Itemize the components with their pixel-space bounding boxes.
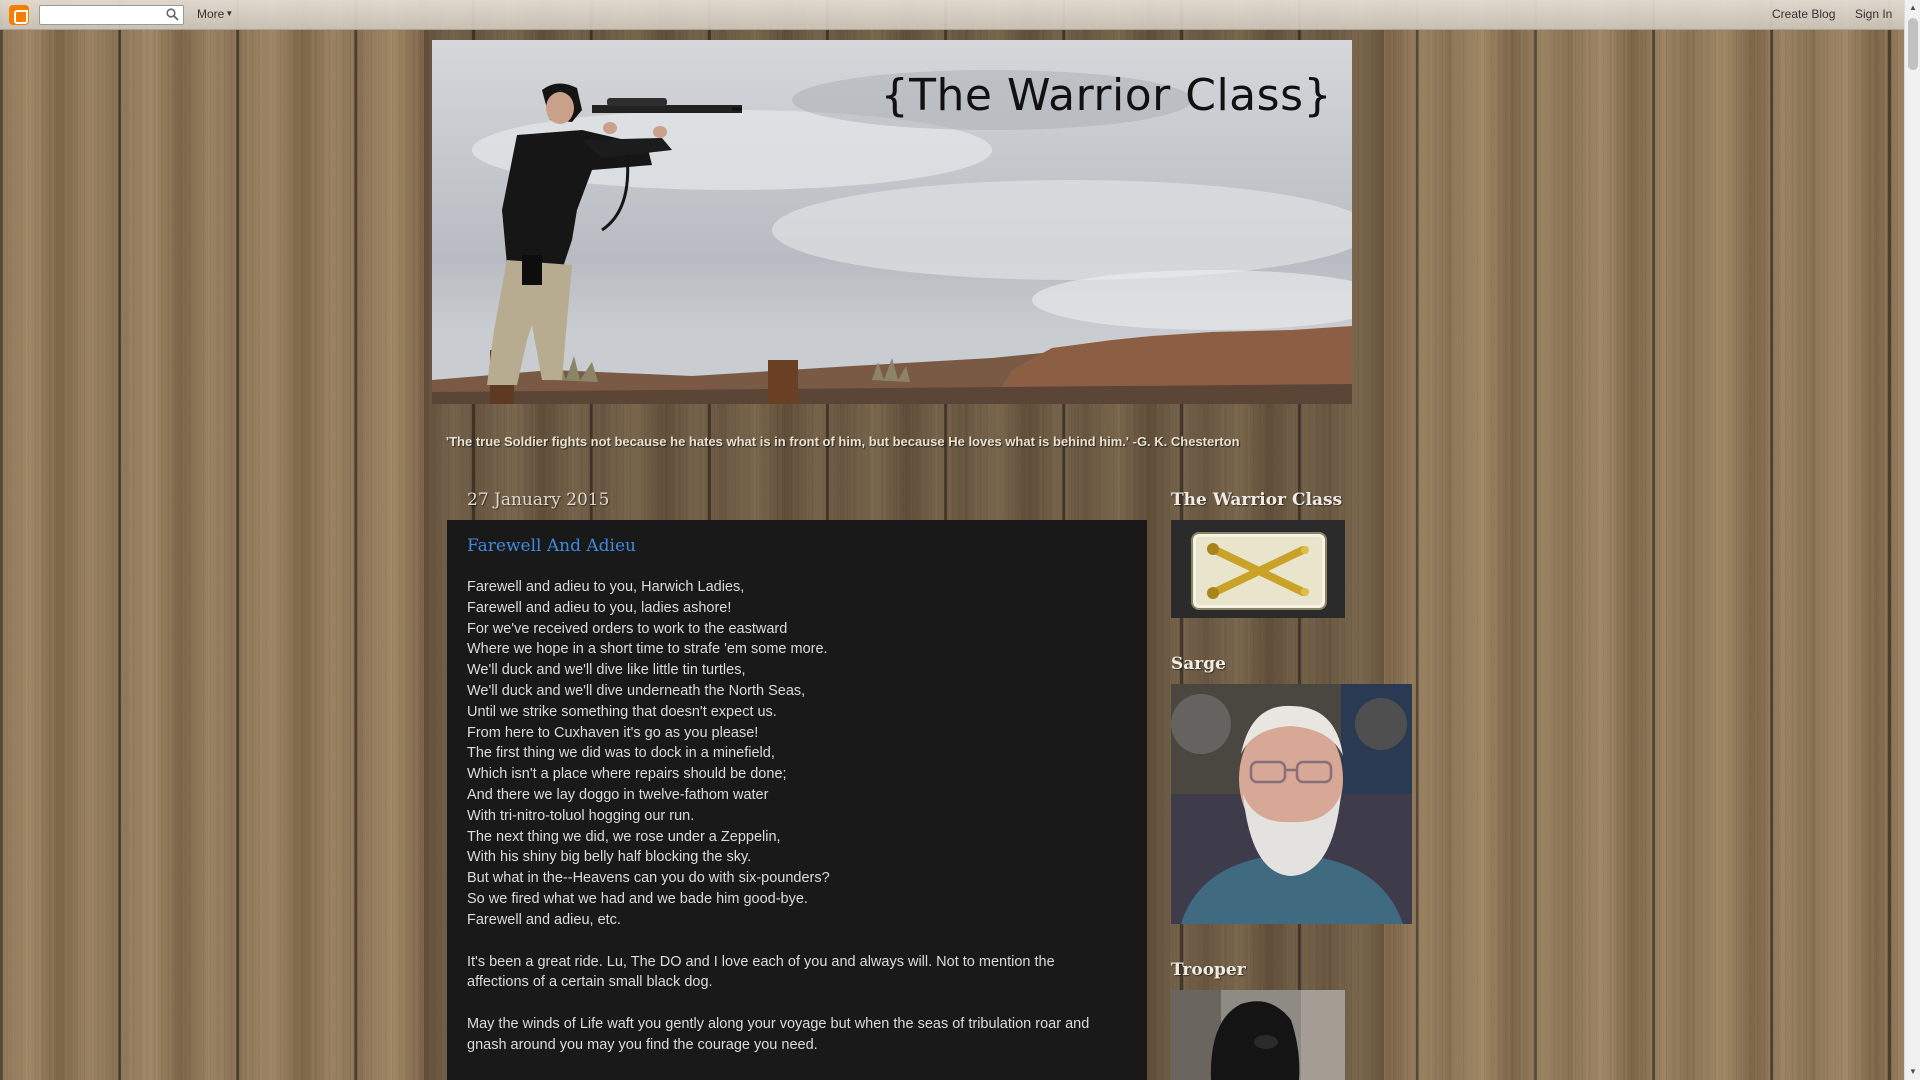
- sarge-photo[interactable]: [1171, 684, 1412, 924]
- poem-line: With tri-nitro-toluol hogging our run.: [467, 807, 695, 824]
- poem-line: The next thing we did, we rose under a Z…: [467, 828, 781, 845]
- poem-line: So we fired what we had and we bade him …: [467, 890, 808, 907]
- post-paragraph: It's been a great ride. Lu, The DO and I…: [467, 953, 1055, 991]
- poem-line: Where we hope in a short time to strafe …: [467, 641, 828, 658]
- sidebar-widget-title: The Warrior Class: [1171, 490, 1343, 510]
- poem-line: But what in the--Heavens can you do with…: [467, 870, 830, 887]
- poem-line: Which isn't a place where repairs should…: [467, 766, 787, 783]
- warrior-class-badge[interactable]: [1171, 520, 1345, 618]
- badge-plate: [1191, 532, 1327, 610]
- blogger-navbar: More▼ Create Blog Sign In: [0, 0, 1904, 30]
- poem-line: Until we strike something that doesn't e…: [467, 703, 777, 720]
- post-date: 27 January 2015: [467, 490, 610, 510]
- blog-title[interactable]: {The Warrior Class}: [881, 70, 1332, 121]
- page-scrollbar[interactable]: ▲ ▼: [1904, 0, 1920, 1080]
- blog-tagline: 'The true Soldier fights not because he …: [446, 434, 1240, 449]
- scroll-down-icon[interactable]: ▼: [1905, 1064, 1920, 1080]
- sarge-portrait-image: [1171, 684, 1412, 924]
- post-title-link[interactable]: Farewell And Adieu: [467, 536, 636, 556]
- chevron-down-icon: ▼: [225, 9, 234, 18]
- more-menu[interactable]: More▼: [197, 7, 233, 21]
- poem-line: The first thing we did was to dock in a …: [467, 745, 775, 762]
- scroll-up-icon[interactable]: ▲: [1905, 0, 1920, 16]
- poem-line: For we've received orders to work to the…: [467, 620, 788, 637]
- trooper-dog-image: [1171, 990, 1345, 1080]
- search-input[interactable]: [39, 5, 184, 25]
- create-blog-link[interactable]: Create Blog: [1772, 7, 1835, 21]
- poem-line: From here to Cuxhaven it's go as you ple…: [467, 724, 759, 741]
- trooper-photo[interactable]: [1171, 990, 1345, 1080]
- crossed-cannons-icon: [1207, 543, 1309, 599]
- more-label: More: [197, 7, 225, 21]
- sidebar-widget-title: Trooper: [1171, 960, 1246, 980]
- poem-line: Farewell and adieu, etc.: [467, 911, 621, 928]
- post-paragraph: May the winds of Life waft you gently al…: [467, 1016, 1090, 1053]
- header-image[interactable]: {The Warrior Class}: [432, 40, 1352, 404]
- poem-line: We'll duck and we'll dive underneath the…: [467, 682, 806, 699]
- sidebar-widget-title: Sarge: [1171, 654, 1226, 674]
- poem-line: Farewell and adieu to you, Harwich Ladie…: [467, 579, 745, 595]
- poem-line: And there we lay doggo in twelve-fathom …: [467, 786, 769, 803]
- post-body: Farewell and adieu to you, Harwich Ladie…: [467, 577, 1117, 1056]
- blog-post: Farewell And Adieu Farewell and adieu to…: [447, 520, 1147, 1080]
- poem-line: Farewell and adieu to you, ladies ashore…: [467, 599, 732, 616]
- sign-in-link[interactable]: Sign In: [1855, 7, 1892, 21]
- poem-line: With his shiny big belly half blocking t…: [467, 849, 752, 866]
- blogger-logo-icon[interactable]: [9, 5, 29, 25]
- scroll-thumb[interactable]: [1908, 18, 1918, 70]
- poem-line: We'll duck and we'll dive like little ti…: [467, 662, 746, 679]
- search-icon[interactable]: [166, 8, 179, 21]
